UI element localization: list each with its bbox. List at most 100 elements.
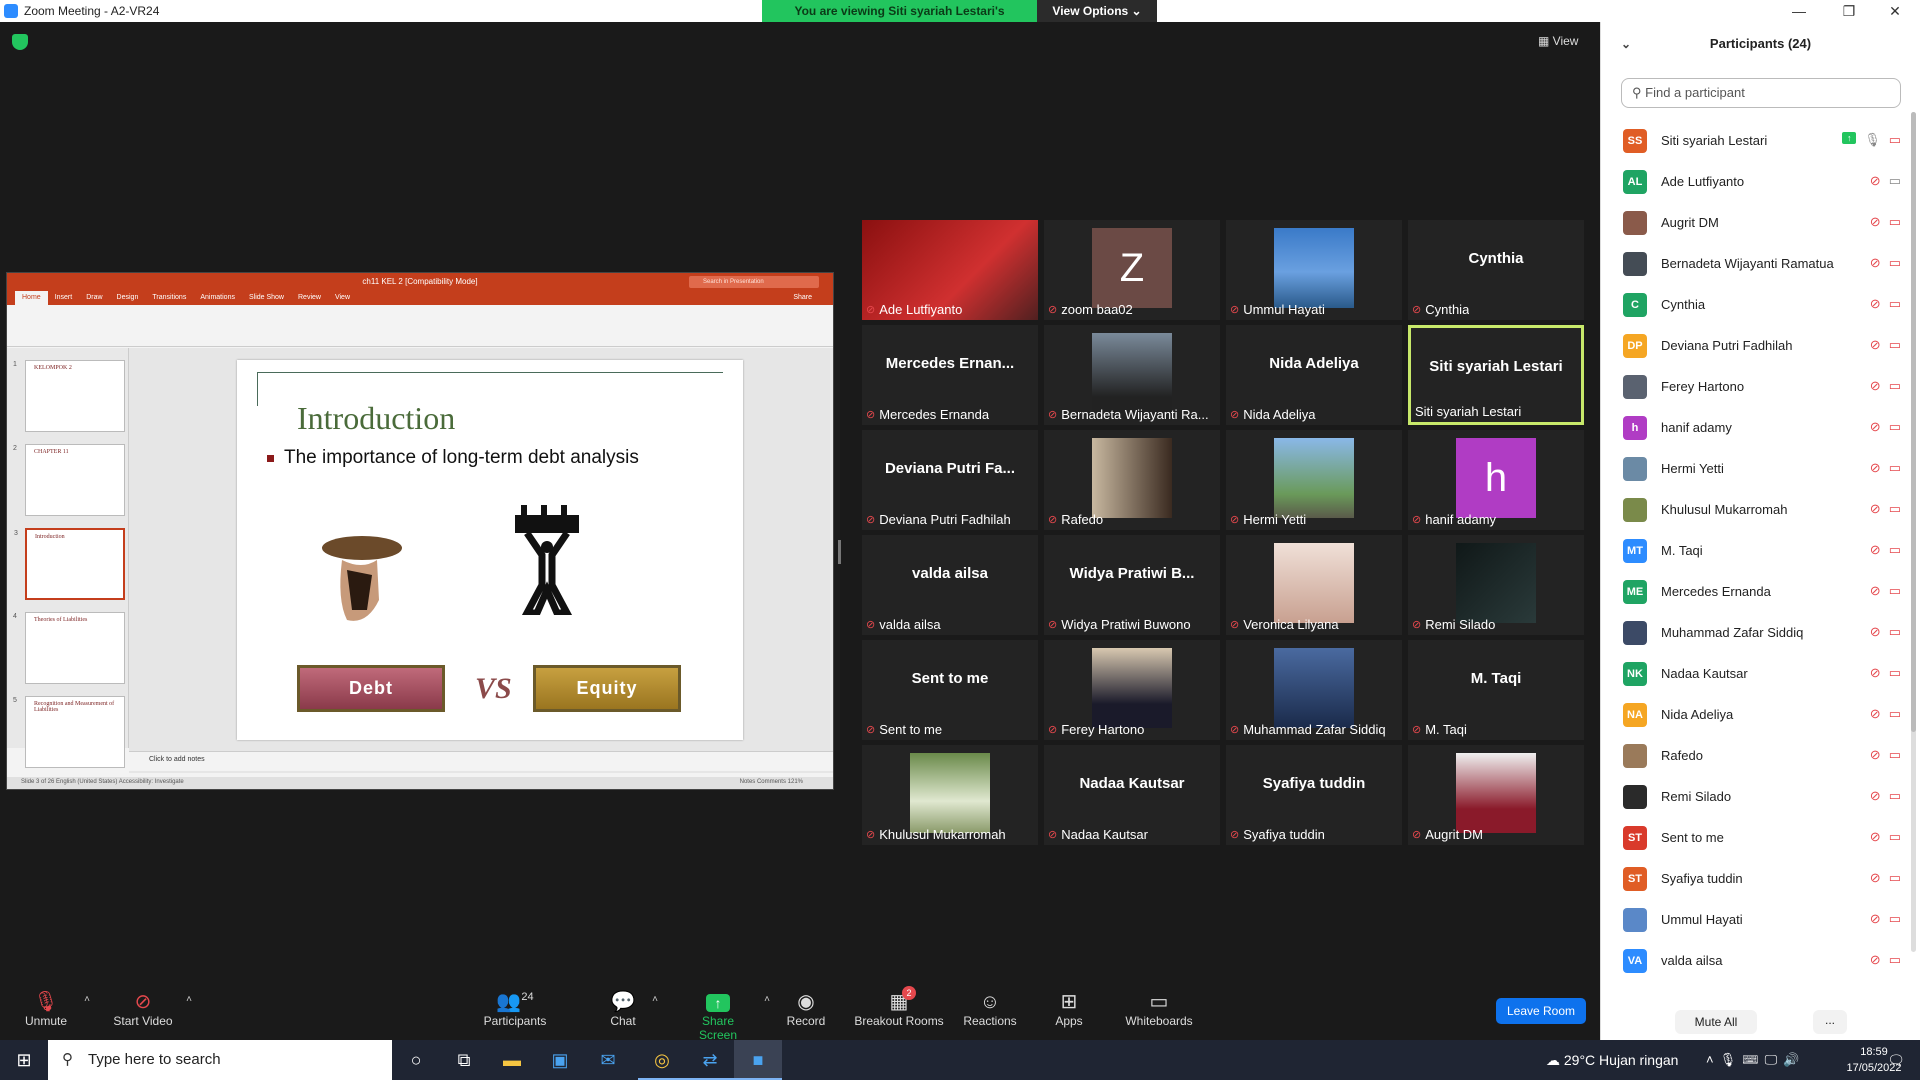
whiteboards-button[interactable]: ▭ Whiteboards: [1124, 990, 1194, 1028]
file-explorer-icon[interactable]: ▬: [488, 1040, 536, 1080]
start-video-button[interactable]: ⊘ Start Video ˄: [108, 990, 192, 1028]
video-tile[interactable]: M. Taqi ⊘ M. Taqi: [1408, 640, 1584, 740]
participant-row[interactable]: VA valda ailsa ⊘ ▭: [1601, 940, 1913, 981]
view-button[interactable]: ▦ View: [1538, 34, 1578, 48]
tile-display-name: Deviana Putri Fa...: [884, 460, 1016, 477]
video-tile[interactable]: ⊘ Ferey Hartono: [1044, 640, 1220, 740]
participant-row[interactable]: ST Syafiya tuddin ⊘ ▭: [1601, 858, 1913, 899]
notifications-icon[interactable]: 🗨: [1872, 1040, 1920, 1080]
participant-row[interactable]: Remi Silado ⊘ ▭: [1601, 776, 1913, 817]
participant-row[interactable]: Khulusul Mukarromah ⊘ ▭: [1601, 489, 1913, 530]
scrollbar[interactable]: [1911, 112, 1916, 952]
video-tile[interactable]: ⊘ Ummul Hayati: [1226, 220, 1402, 320]
task-view-icon[interactable]: ⧉: [440, 1040, 488, 1080]
caret-up-icon[interactable]: ˄: [186, 994, 192, 1005]
video-tile[interactable]: Sent to me ⊘ Sent to me: [862, 640, 1038, 740]
teamviewer-icon[interactable]: ⇄: [686, 1040, 734, 1080]
record-button[interactable]: ◉ Record: [786, 990, 826, 1028]
video-tile[interactable]: ⊘ Veronica Lilyana: [1226, 535, 1402, 635]
mail-icon[interactable]: ✉: [584, 1040, 632, 1080]
scrollbar-thumb[interactable]: [1911, 112, 1916, 732]
participant-status-icons: ⊘ ▭: [1870, 788, 1901, 804]
maximize-icon[interactable]: ❐: [1826, 0, 1872, 22]
store-icon[interactable]: ▣: [536, 1040, 584, 1080]
participant-row[interactable]: Hermi Yetti ⊘ ▭: [1601, 448, 1913, 489]
leave-room-button[interactable]: Leave Room: [1496, 998, 1586, 1024]
more-options-button[interactable]: ...: [1813, 1010, 1847, 1034]
participant-row[interactable]: Bernadeta Wijayanti Ramatua ⊘ ▭: [1601, 243, 1913, 284]
video-off-icon: ▭: [1888, 706, 1901, 721]
video-tile[interactable]: ⊘ Remi Silado: [1408, 535, 1584, 635]
taskbar-search[interactable]: ⚲ Type here to search: [48, 1040, 392, 1080]
shared-screen[interactable]: ch11 KEL 2 [Compatibility Mode] Search i…: [6, 272, 834, 790]
reactions-button[interactable]: ☺ Reactions: [962, 990, 1018, 1028]
system-tray[interactable]: ˄🎙⌨🖵🔊: [1706, 1040, 1805, 1080]
participant-row[interactable]: AL Ade Lutfiyanto ⊘ ▭: [1601, 161, 1913, 202]
chrome-icon[interactable]: ◎: [638, 1040, 686, 1080]
tile-display-name: Cynthia: [1468, 250, 1524, 267]
chat-button[interactable]: 💬 Chat ˄: [608, 990, 658, 1028]
find-participant-input[interactable]: ⚲ Find a participant: [1621, 78, 1901, 108]
slide-canvas: Introduction The importance of long-term…: [129, 348, 833, 773]
participant-row[interactable]: NK Nadaa Kautsar ⊘ ▭: [1601, 653, 1913, 694]
participant-row[interactable]: Rafedo ⊘ ▭: [1601, 735, 1913, 776]
participant-row[interactable]: Muhammad Zafar Siddiq ⊘ ▭: [1601, 612, 1913, 653]
video-tile[interactable]: h ⊘ hanif adamy: [1408, 430, 1584, 530]
video-tile[interactable]: Mercedes Ernan... ⊘ Mercedes Ernanda: [862, 325, 1038, 425]
ppt-share-button: Share: [793, 294, 812, 301]
video-tile[interactable]: Z ⊘ zoom baa02: [1044, 220, 1220, 320]
muted-mic-icon: ⊘: [866, 514, 876, 526]
video-tile[interactable]: Deviana Putri Fa... ⊘ Deviana Putri Fadhil…: [862, 430, 1038, 530]
participant-row[interactable]: SS Siti syariah Lestari ↑ 🎙 ▭: [1601, 120, 1913, 161]
windows-start-icon[interactable]: ⊞: [0, 1040, 48, 1080]
participants-button[interactable]: 👥24 Participants: [480, 990, 550, 1028]
video-tile[interactable]: ⊘ Bernadeta Wijayanti Ra...: [1044, 325, 1220, 425]
caret-up-icon[interactable]: ˄: [652, 994, 658, 1005]
participant-row[interactable]: Ferey Hartono ⊘ ▭: [1601, 366, 1913, 407]
view-options-button[interactable]: View Options ⌄: [1037, 0, 1157, 22]
video-tile[interactable]: Nida Adeliya ⊘ Nida Adeliya: [1226, 325, 1402, 425]
video-tile[interactable]: ⊘ Ade Lutfiyanto: [862, 220, 1038, 320]
splitter-handle[interactable]: [838, 540, 841, 564]
video-tile[interactable]: ⊘ Hermi Yetti: [1226, 430, 1402, 530]
video-tile[interactable]: valda ailsa ⊘ valda ailsa: [862, 535, 1038, 635]
breakout-rooms-button[interactable]: ▦ 2 Breakout Rooms: [854, 986, 944, 1028]
weather-widget[interactable]: ☁ 29°C Hujan ringan: [1546, 1040, 1678, 1080]
video-tile[interactable]: ⊘ Khulusul Mukarromah: [862, 745, 1038, 845]
minimize-icon[interactable]: —: [1776, 0, 1822, 22]
viewing-banner: You are viewing Siti syariah Lestari's s…: [762, 0, 1157, 40]
participant-row[interactable]: DP Deviana Putri Fadhilah ⊘ ▭: [1601, 325, 1913, 366]
cortana-icon[interactable]: ○: [392, 1040, 440, 1080]
participant-row[interactable]: ME Mercedes Ernanda ⊘ ▭: [1601, 571, 1913, 612]
participant-row[interactable]: Augrit DM ⊘ ▭: [1601, 202, 1913, 243]
caret-up-icon[interactable]: ˄: [84, 994, 90, 1005]
video-tile[interactable]: ⊘ Muhammad Zafar Siddiq: [1226, 640, 1402, 740]
video-tile[interactable]: ⊘ Rafedo: [1044, 430, 1220, 530]
participant-row[interactable]: MT M. Taqi ⊘ ▭: [1601, 530, 1913, 571]
participant-row[interactable]: C Cynthia ⊘ ▭: [1601, 284, 1913, 325]
participant-row[interactable]: Ummul Hayati ⊘ ▭: [1601, 899, 1913, 940]
participant-row[interactable]: h hanif adamy ⊘ ▭: [1601, 407, 1913, 448]
panel-header: ⌄ Participants (24): [1601, 22, 1920, 66]
participant-row[interactable]: NA Nida Adeliya ⊘ ▭: [1601, 694, 1913, 735]
video-tile[interactable]: ⊘ Augrit DM: [1408, 745, 1584, 845]
video-tile[interactable]: Nadaa Kautsar ⊘ Nadaa Kautsar: [1044, 745, 1220, 845]
share-screen-button[interactable]: ↑ Share Screen ˄: [682, 990, 770, 1042]
video-tile[interactable]: Siti syariah Lestari Siti syariah Lestari: [1408, 325, 1584, 425]
security-shield-icon[interactable]: [12, 34, 28, 50]
mute-all-button[interactable]: Mute All: [1675, 1010, 1757, 1034]
chevron-down-icon[interactable]: ⌄: [1621, 22, 1631, 66]
close-icon[interactable]: ✕: [1872, 0, 1918, 22]
video-tile[interactable]: Widya Pratiwi B... ⊘ Widya Pratiwi Buwono: [1044, 535, 1220, 635]
caret-up-icon[interactable]: ˄: [764, 994, 770, 1005]
video-tile[interactable]: Cynthia ⊘ Cynthia: [1408, 220, 1584, 320]
tile-name-label: ⊘ Augrit DM: [1412, 827, 1483, 842]
zoom-taskbar-icon[interactable]: ■: [734, 1040, 782, 1080]
video-tile[interactable]: Syafiya tuddin ⊘ Syafiya tuddin: [1226, 745, 1402, 845]
apps-button[interactable]: ⊞ Apps: [1054, 990, 1084, 1028]
participant-name: Nadaa Kautsar: [1661, 666, 1748, 681]
participant-name: Mercedes Ernanda: [1661, 584, 1771, 599]
unmute-button[interactable]: 🎙 Unmute ˄: [22, 990, 90, 1028]
muted-mic-icon: ⊘: [1048, 724, 1058, 736]
participant-row[interactable]: ST Sent to me ⊘ ▭: [1601, 817, 1913, 858]
